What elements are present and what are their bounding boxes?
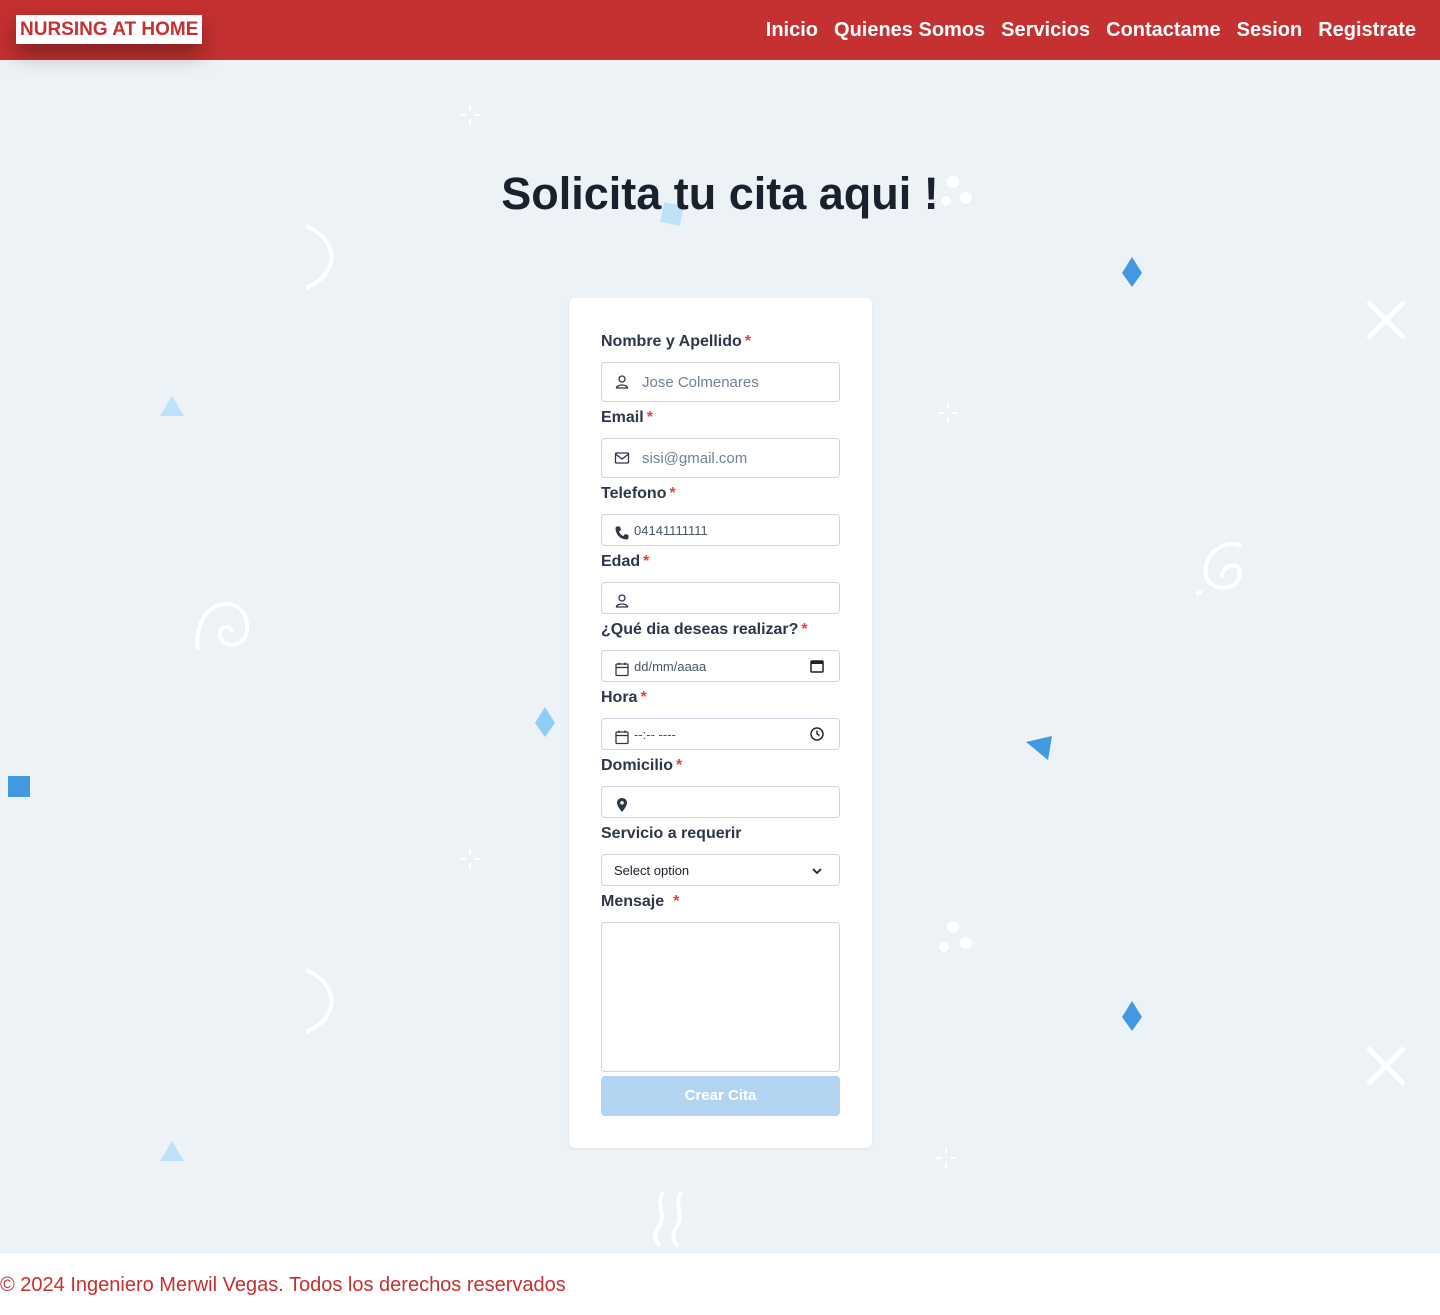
age-label: Edad * xyxy=(601,553,650,570)
spiral-decoration xyxy=(195,601,250,651)
mail-icon xyxy=(614,452,630,464)
location-pin-icon xyxy=(617,798,627,812)
nav-link-contactame[interactable]: Contactame xyxy=(1106,19,1220,42)
time-label: Hora * xyxy=(601,689,647,706)
date-label: ¿Qué dia deseas realizar? * xyxy=(601,621,808,638)
service-selected-value: Select option xyxy=(614,863,690,878)
address-input[interactable] xyxy=(601,786,840,818)
dots-decoration xyxy=(939,921,972,952)
brand-logo[interactable]: NURSING AT HOME xyxy=(16,15,203,44)
diamond-decoration xyxy=(535,707,555,737)
calendar-picker-icon[interactable] xyxy=(809,658,825,674)
name-label: Nombre y Apellido * xyxy=(601,333,751,350)
email-placeholder: sisi@gmail.com xyxy=(642,450,748,467)
navbar: NURSING AT HOME Inicio Quienes Somos Ser… xyxy=(0,0,1440,60)
date-input[interactable]: dd/mm/aaaa xyxy=(601,650,840,682)
crescent-decoration xyxy=(305,224,334,290)
user-icon xyxy=(615,375,629,389)
x-decoration xyxy=(1366,300,1406,340)
message-textarea[interactable] xyxy=(601,922,840,1072)
diamond-decoration xyxy=(1122,257,1142,287)
service-select[interactable]: Select option xyxy=(601,854,840,886)
clock-icon[interactable] xyxy=(809,726,825,742)
triangle-decoration xyxy=(1026,736,1052,760)
square-decoration xyxy=(8,776,30,797)
wave-decoration xyxy=(653,1190,684,1248)
nav-link-inicio[interactable]: Inicio xyxy=(766,19,818,42)
time-placeholder: --:-- ---- xyxy=(634,727,676,742)
calendar-icon xyxy=(615,662,629,677)
phone-icon xyxy=(615,526,629,540)
footer: © 2024 Ingeniero Merwil Vegas. Todos los… xyxy=(0,1252,1440,1315)
sparkle-decoration xyxy=(460,849,480,869)
triangle-decoration xyxy=(160,396,184,416)
calendar-icon xyxy=(615,730,629,745)
email-input[interactable]: sisi@gmail.com xyxy=(601,438,840,478)
nav-link-registrate[interactable]: Registrate xyxy=(1318,19,1416,42)
x-decoration xyxy=(1366,1046,1406,1086)
address-label: Domicilio * xyxy=(601,757,683,774)
service-label: Servicio a requerir xyxy=(601,825,742,842)
diamond-decoration xyxy=(1122,1001,1142,1031)
nav-link-sesion[interactable]: Sesion xyxy=(1237,19,1303,42)
user-icon xyxy=(615,594,629,608)
nav-link-servicios[interactable]: Servicios xyxy=(1001,19,1090,42)
date-placeholder: dd/mm/aaaa xyxy=(634,659,707,674)
phone-label: Telefono * xyxy=(601,485,676,502)
email-label: Email * xyxy=(601,409,653,426)
name-placeholder: Jose Colmenares xyxy=(642,374,759,391)
nav-link-quienes-somos[interactable]: Quienes Somos xyxy=(834,19,985,42)
create-appointment-button[interactable]: Crear Cita xyxy=(601,1076,840,1116)
sparkle-decoration xyxy=(938,403,958,423)
swirl-decoration xyxy=(1195,542,1243,596)
triangle-decoration xyxy=(160,1141,184,1161)
nav-menu: Inicio Quienes Somos Servicios Contactam… xyxy=(766,0,1416,60)
age-input[interactable] xyxy=(601,582,840,614)
sparkle-decoration xyxy=(936,1148,956,1168)
page-title: Solicita tu cita aqui ! xyxy=(501,168,939,219)
phone-placeholder: 04141111111 xyxy=(634,523,708,538)
appointment-form: Nombre y Apellido * Jose Colmenares Email… xyxy=(569,298,872,1148)
sparkle-decoration xyxy=(460,105,480,125)
message-label: Mensaje * xyxy=(601,893,680,910)
crescent-decoration xyxy=(305,968,334,1034)
time-input[interactable]: --:-- ---- xyxy=(601,718,840,750)
footer-copyright: © 2024 Ingeniero Merwil Vegas. Todos los… xyxy=(0,1274,566,1296)
name-input[interactable]: Jose Colmenares xyxy=(601,362,840,402)
chevron-down-icon xyxy=(812,868,822,875)
phone-input[interactable]: 04141111111 xyxy=(601,514,840,546)
